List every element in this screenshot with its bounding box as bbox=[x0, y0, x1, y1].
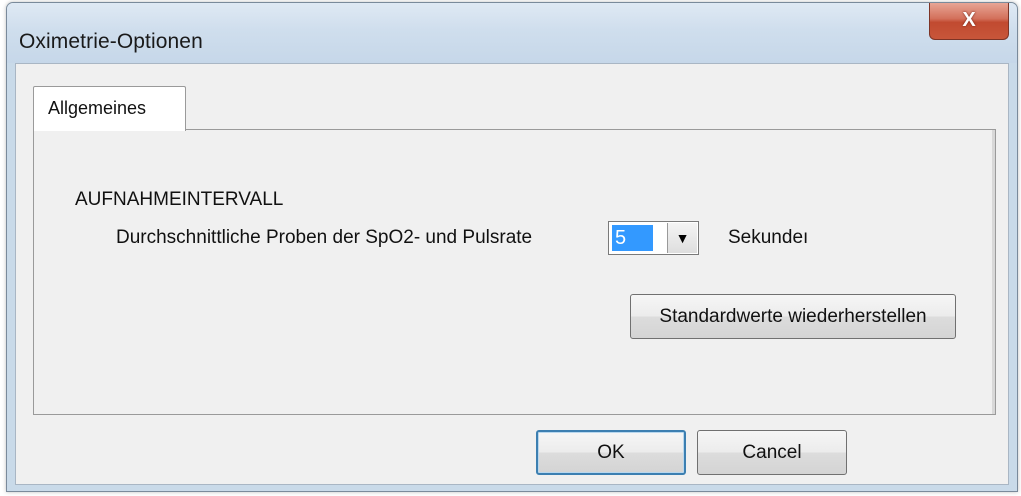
dialog-client-area: Allgemeines AUFNAHMEINTERVALL Durchschni… bbox=[15, 63, 1009, 485]
dialog-window: Oximetrie-Optionen X Allgemeines AUFNAHM… bbox=[6, 2, 1018, 492]
window-title: Oximetrie-Optionen bbox=[19, 30, 203, 53]
tab-allgemeines[interactable]: Allgemeines bbox=[33, 86, 186, 131]
sampling-value: 5 bbox=[612, 225, 653, 251]
tab-panel: AUFNAHMEINTERVALL Durchschnittliche Prob… bbox=[33, 129, 996, 415]
tab-label: Allgemeines bbox=[48, 98, 147, 118]
chevron-down-icon[interactable]: ▼ bbox=[667, 223, 697, 253]
cancel-button[interactable]: Cancel bbox=[697, 430, 847, 475]
group-label: AUFNAHMEINTERVALL bbox=[75, 189, 284, 210]
restore-defaults-button[interactable]: Standardwerte wiederherstellen bbox=[630, 294, 956, 339]
title-bar[interactable]: Oximetrie-Optionen X bbox=[7, 3, 1017, 63]
panel-shade bbox=[992, 130, 995, 414]
sampling-label: Durchschnittliche Proben der SpO2- und P… bbox=[116, 227, 533, 248]
close-button[interactable]: X bbox=[929, 3, 1009, 40]
sampling-dropdown[interactable]: 5 ▼ bbox=[608, 221, 699, 255]
close-icon: X bbox=[962, 9, 976, 31]
ok-button[interactable]: OK bbox=[536, 430, 686, 475]
unit-label: Sekundeı bbox=[728, 227, 809, 248]
